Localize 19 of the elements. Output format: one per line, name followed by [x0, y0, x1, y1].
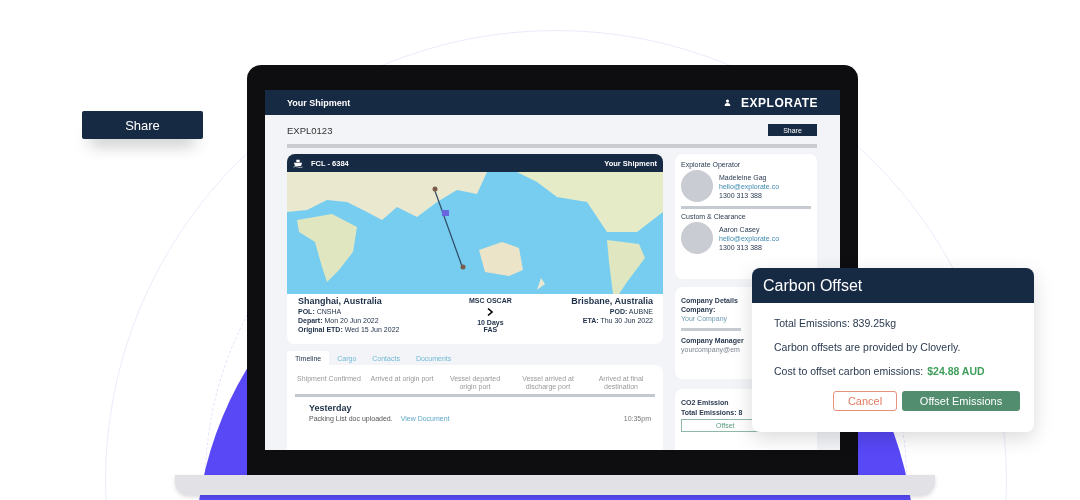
provider-note: Carbon offsets are provided by Cloverly. [774, 341, 962, 353]
offset-emissions-button[interactable]: Offset Emissions [902, 391, 1020, 411]
dialog-title: Carbon Offset [763, 276, 863, 295]
chevron-right-icon [487, 306, 494, 317]
user-icon[interactable] [724, 99, 732, 106]
total-emissions: Total Emissions: 839.25kg [774, 317, 897, 329]
ship-icon [293, 158, 303, 168]
event-day: Yesterday [309, 403, 651, 414]
logo: EXPLORATE [741, 95, 818, 110]
avatar-placeholder [681, 170, 713, 202]
avatar-placeholder [681, 222, 713, 254]
destination-city: Brisbane, Australia [571, 297, 653, 307]
shipment-reference: EXPL0123 [287, 124, 333, 136]
cost-value: $24.88 AUD [927, 365, 985, 377]
page-title: Your Shipment [287, 97, 351, 108]
cost-label: Cost to offset carbon emissions: [774, 365, 924, 377]
share-button[interactable]: Share [82, 111, 203, 139]
origin-city: Shanghai, Australia [298, 297, 383, 307]
cancel-button[interactable]: Cancel [833, 391, 897, 411]
